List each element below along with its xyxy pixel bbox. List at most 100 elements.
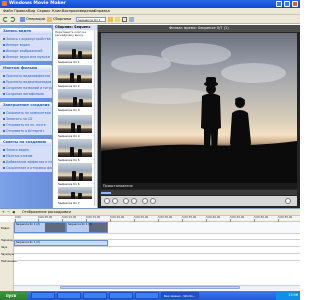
task-import-video[interactable]: Импорт видео (3, 43, 30, 47)
task-send-web[interactable]: Отправить в Интернет (3, 129, 44, 133)
new-folder-icon[interactable] (115, 17, 120, 22)
clip-thumbnail[interactable] (58, 65, 92, 83)
tasks-section-finish[interactable]: Завершение создания фильма (0, 102, 52, 114)
audio-track[interactable]: Sequence 0n 1 (2) (14, 240, 300, 247)
playback-status: Приостановлено (101, 183, 297, 189)
redo-icon[interactable] (10, 17, 15, 22)
overlay-track[interactable] (14, 254, 300, 261)
music-track[interactable] (14, 247, 300, 254)
task-capture-device[interactable]: Запись с видеоустройства (3, 37, 51, 41)
tip-capture[interactable]: Запись видео (3, 148, 29, 152)
task-send-email[interactable]: Отправить по эл. почте (3, 123, 46, 127)
collections-button[interactable]: Сборники (53, 16, 71, 23)
storyboard-toggle[interactable]: Отображение раскадровки (22, 210, 71, 214)
task-make-titles[interactable]: Создание названий и титров (3, 86, 55, 90)
ruler-tick: 0:00:15.00 (86, 216, 101, 222)
close-button[interactable] (292, 1, 298, 7)
taskbar-item[interactable] (31, 292, 55, 299)
menu-file[interactable]: Файл (3, 9, 13, 13)
zoom-in-icon[interactable]: + (2, 210, 5, 214)
task-automovie[interactable]: Создание автофильма (3, 92, 44, 96)
fullscreen-icon[interactable] (285, 198, 291, 204)
tasks-section-edit[interactable]: Монтаж фильма (0, 65, 52, 72)
clip-label: Sequence 0n 6 (58, 182, 80, 186)
task-import-pictures[interactable]: Импорт изображений (3, 49, 42, 53)
track-label-transition: Переход (1, 239, 13, 242)
zoom-out-icon[interactable]: − (7, 210, 10, 214)
tasks-capture-body: Запись с видеоустройства Импорт видео Им… (0, 35, 52, 61)
seek-bar[interactable] (101, 190, 297, 195)
taskbar-item[interactable] (57, 292, 81, 299)
tip-edit[interactable]: Монтаж клипов (3, 154, 32, 158)
timeline-clip[interactable]: Sequence 0n 1 (2) (14, 222, 66, 233)
operations-button[interactable]: Операции (26, 16, 45, 23)
menu-clip[interactable]: Клип (52, 9, 62, 13)
tasks-tips-body: Запись видео Монтаж клипов Добавление эф… (0, 146, 66, 172)
tasks-section-capture[interactable]: Запись видео (0, 28, 52, 35)
collection-select-value: Sequence 0n 1 (78, 18, 101, 22)
collection-description: Перетащите клип на раскадровку внизу. (55, 30, 86, 38)
video-frame (101, 33, 297, 183)
minimize-button[interactable] (276, 1, 282, 7)
taskbar-item[interactable] (135, 292, 159, 299)
clip-thumbnail[interactable] (58, 115, 92, 133)
audio-clip[interactable]: Sequence 0n 1 (2) (14, 240, 108, 246)
clip-label: Sequence 0n 3 (58, 108, 80, 112)
collection-select[interactable]: Sequence 0n 1 (76, 17, 106, 22)
stop-icon[interactable] (112, 198, 118, 204)
task-pane: Запись видео Запись с видеоустройства Им… (0, 25, 66, 208)
clip-label: Sequence 0n 1 (58, 60, 80, 64)
task-import-audio[interactable]: Импорт звука или музыки (3, 55, 50, 59)
system-tray-clock: 13:06 (276, 291, 300, 300)
menu-help[interactable]: Справка (94, 9, 110, 13)
track-label-video: Видео (1, 227, 10, 230)
next-frame-icon[interactable] (131, 198, 137, 204)
split-clip-icon[interactable] (142, 198, 148, 204)
maximize-button[interactable] (284, 1, 290, 7)
audio-clip-label: Sequence 0n 1 (2) (16, 241, 40, 244)
task-view-effects[interactable]: Просмотр видеоэффектов (3, 74, 50, 78)
menu-bar: Файл Правка Вид Сервис Клип Воспроизведе… (0, 8, 300, 15)
rewind-icon[interactable]: ◀ (12, 210, 15, 214)
seek-progress (101, 192, 111, 194)
clip-thumbnail[interactable] (58, 139, 92, 157)
video-track[interactable]: Sequence 0n 1 (2) Sequence 0n 1 (3) (14, 222, 300, 234)
ruler-tick: 0:00:25.00 (134, 216, 149, 222)
start-button[interactable]: пуск (0, 291, 28, 300)
menu-view[interactable]: Вид (28, 9, 35, 13)
tasks-finish-body: Сохранить на компьютере Записать на CD О… (0, 109, 52, 135)
timeline-scroll-thumb[interactable] (60, 286, 240, 289)
task-save-computer[interactable]: Сохранить на компьютере (3, 111, 51, 115)
cut-icon[interactable] (122, 17, 127, 22)
menu-tools[interactable]: Сервис (37, 9, 50, 13)
tasks-section-tips[interactable]: Советы по созданию фильмов (0, 139, 52, 151)
tasks-icon[interactable] (20, 17, 25, 22)
prev-frame-icon[interactable] (123, 198, 129, 204)
collection-scrollbar[interactable] (94, 30, 97, 206)
taskbar-item-active[interactable]: Без имени - Windo... (161, 292, 199, 299)
toolbar: Операции Сборники Sequence 0n 1 (0, 15, 300, 24)
menu-edit[interactable]: Правка (14, 9, 28, 13)
timeline-clip[interactable]: Sequence 0n 1 (3) (66, 222, 108, 233)
clip-thumbnail[interactable] (58, 187, 92, 199)
undo-icon[interactable] (3, 17, 8, 22)
task-view-transitions[interactable]: Просмотр видеопереходов (3, 80, 51, 84)
clip-label: Sequence 0n 2 (58, 84, 80, 88)
track-labels: Видео Переход Звук Звук/музыка Наложение (0, 222, 18, 292)
clip-thumbnail[interactable] (58, 163, 92, 181)
menu-play[interactable]: Воспроизведение (62, 9, 96, 13)
clip-thumbnail[interactable] (58, 41, 92, 59)
taskbar-item[interactable] (83, 292, 107, 299)
task-save-cd[interactable]: Записать на CD (3, 117, 32, 121)
clip-thumbnail[interactable] (58, 89, 92, 107)
play-icon[interactable] (104, 198, 110, 204)
collections-icon[interactable] (47, 17, 52, 22)
clip-label: Sequence 0n 7 (58, 201, 80, 205)
title-bar: Windows Movie Maker (0, 0, 300, 8)
ruler-tick: 0:00:35.00 (182, 216, 197, 222)
view-icon[interactable] (129, 17, 134, 22)
ruler-tick: 0:00:05.00 (38, 216, 53, 222)
taskbar-item[interactable] (109, 292, 133, 299)
up-folder-icon[interactable] (108, 17, 113, 22)
snapshot-icon[interactable] (150, 198, 156, 204)
